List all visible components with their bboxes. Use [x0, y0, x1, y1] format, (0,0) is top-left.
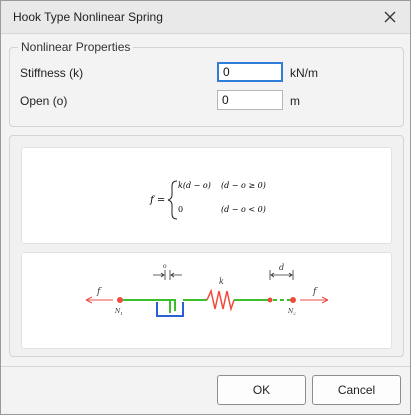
displacement-label: d — [279, 263, 284, 272]
cancel-button[interactable]: Cancel — [312, 375, 401, 405]
node-original-position — [267, 297, 273, 303]
right-force-label: f — [312, 287, 318, 297]
stiffness-input[interactable] — [217, 62, 283, 82]
spring-icon — [206, 288, 235, 312]
gap-label: o — [163, 263, 167, 270]
spring-label: k — [219, 277, 224, 286]
formula-figure: f = k(d − o) (d − o ≥ 0) 0 (d − o < 0) — [149, 180, 266, 220]
gap-arrow-left — [153, 272, 165, 278]
title-bar: Hook Type Nonlinear Spring — [1, 1, 410, 34]
left-force-label: f — [96, 287, 102, 297]
case1-expression: k(d − o) — [178, 181, 211, 190]
close-button[interactable] — [378, 5, 402, 29]
figure-panel: f = k(d − o) (d − o ≥ 0) 0 (d − o < 0) f… — [9, 135, 404, 357]
hook-plunger — [169, 299, 176, 313]
displacement-arrow — [270, 272, 293, 278]
left-force-arrow — [85, 296, 113, 304]
close-icon — [384, 11, 396, 23]
diagram-card: f N1 o k d N2 f — [21, 252, 392, 349]
case2-expression: 0 — [178, 205, 183, 214]
hook-spring-diagram: f N1 o k d N2 f — [85, 263, 329, 317]
group-legend: Nonlinear Properties — [18, 40, 134, 54]
window-title: Hook Type Nonlinear Spring — [13, 10, 163, 24]
stiffness-unit: kN/m — [290, 66, 318, 80]
open-unit: m — [290, 94, 300, 108]
case2-condition: (d − o < 0) — [221, 205, 266, 214]
node-1 — [117, 297, 123, 303]
gap-arrow-right — [170, 272, 182, 278]
case1-condition: (d − o ≥ 0) — [221, 181, 266, 190]
formula-card: f = k(d − o) (d − o ≥ 0) 0 (d − o < 0) — [21, 147, 392, 244]
nonlinear-properties-group: Nonlinear Properties Stiffness (k) kN/m … — [9, 40, 404, 127]
open-label: Open (o) — [20, 94, 68, 108]
stiffness-label: Stiffness (k) — [20, 66, 84, 80]
dialog-window: Hook Type Nonlinear Spring Nonlinear Pro… — [0, 0, 411, 415]
footer-divider — [1, 366, 410, 367]
brace-icon — [167, 180, 178, 220]
ok-button[interactable]: OK — [217, 375, 306, 405]
node-1-label: N1 — [114, 308, 123, 316]
formula-lhs: f = — [149, 195, 165, 206]
node-2-label: N2 — [287, 308, 296, 316]
open-input[interactable] — [217, 90, 283, 110]
node-2 — [290, 297, 296, 303]
right-force-arrow — [300, 296, 329, 304]
